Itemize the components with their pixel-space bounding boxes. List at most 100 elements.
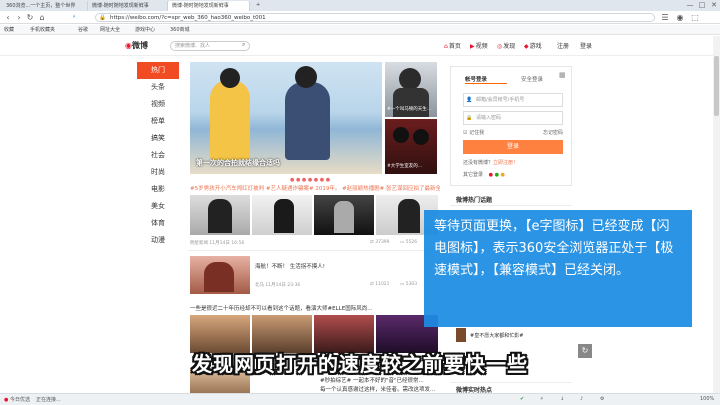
minimize-button[interactable]: — <box>684 0 696 11</box>
wechat-icon[interactable]: ● <box>495 172 499 178</box>
nav-login[interactable]: 登录 <box>580 41 592 50</box>
sound-icon[interactable]: ♪ <box>580 396 583 402</box>
search-icon[interactable]: ⌕ <box>242 41 245 49</box>
post-2-image[interactable] <box>190 256 250 294</box>
tab-label: 微博-随时随地发现新鲜事 <box>172 3 229 9</box>
post-1-reposts[interactable]: ⇄ 37399 <box>370 240 390 245</box>
menu-icon[interactable]: ☰ <box>660 13 670 22</box>
category-fashion[interactable]: 时尚 <box>137 164 179 181</box>
bookmark-sites[interactable]: 网址大全 <box>100 26 120 33</box>
remember-checkbox[interactable]: ☑ 记住我 <box>463 129 484 136</box>
category-society[interactable]: 社会 <box>137 147 179 164</box>
tab-account-login[interactable]: 帐号登录 <box>465 75 487 83</box>
nav-label: 首页 <box>448 43 461 50</box>
comment-icon: ▭ <box>400 240 405 245</box>
trending-ticker[interactable]: #5岁男孩开小汽车闯红灯被判 #艺人疑遇诈骗案# 2019年。 #赵丽颖热播剧#… <box>190 184 440 192</box>
post-1-comments[interactable]: ▭ 5526 <box>400 240 417 245</box>
repost-icon: ⇄ <box>370 282 374 287</box>
weibo-logo[interactable]: ◉微博 <box>125 40 148 51</box>
post-2-text[interactable]: 海航！不断！ 生活拐不摸人! <box>255 262 325 270</box>
carousel-dots[interactable]: ● ● ● ● ● ● ● <box>290 177 330 183</box>
weibo-search-input[interactable]: 搜索微博、找人 <box>170 41 250 51</box>
category-headline[interactable]: 头条 <box>137 79 179 96</box>
nav-video[interactable]: ▶视频 <box>470 41 488 50</box>
category-video[interactable]: 视频 <box>137 96 179 113</box>
category-hot[interactable]: 热门 <box>137 62 179 79</box>
repost-icon: ⇄ <box>370 240 374 245</box>
lock-icon: 🔒 <box>466 115 473 121</box>
recommend-panel-title: 微博热门话题 <box>450 192 572 206</box>
today-picks[interactable]: ● 今日优选 <box>4 396 30 403</box>
download-icon[interactable]: ↓ <box>560 396 564 402</box>
category-sports[interactable]: 体育 <box>137 215 179 232</box>
password-input[interactable]: 🔒 请输入密码 <box>463 111 563 125</box>
hot-panel-title: 微博实时热点 <box>450 382 572 394</box>
hot-topic-link[interactable]: #皇不愿大家都和忙影# <box>470 332 523 339</box>
maximize-button[interactable]: □ <box>696 0 708 11</box>
tab-360-home[interactable]: 360浏览...一个主页，整个世界 <box>2 1 88 11</box>
nav-label: 游戏 <box>529 43 542 50</box>
nav-game[interactable]: ◆游戏 <box>524 41 542 50</box>
post-2-meta: 北马 11月14日 23:36 <box>255 283 301 288</box>
home-icon[interactable]: ⌂ <box>37 13 47 22</box>
qq-icon[interactable]: ● <box>489 172 493 178</box>
forward-icon[interactable]: › <box>14 13 24 22</box>
other-login-label: 其它登录 <box>463 172 484 178</box>
login-button[interactable]: 登录 <box>463 140 563 154</box>
bookmark-favorites[interactable]: 收藏 <box>4 26 14 33</box>
search-placeholder: 搜索微博、找人 <box>175 43 211 49</box>
nav-register[interactable]: 注册 <box>557 41 569 50</box>
comment-icon: ▭ <box>400 282 405 287</box>
nav-home[interactable]: ⌂首页 <box>444 41 461 50</box>
account-input[interactable]: 👤 邮箱/会员帐号/手机号 <box>463 93 563 107</box>
tab-bar: 360浏览...一个主页，整个世界 微博-随时随地发现新鲜事 微博-随时随地发现… <box>0 0 720 11</box>
forgot-password-link[interactable]: 忘记密码 <box>543 129 563 136</box>
category-anime[interactable]: 动漫 <box>137 232 179 249</box>
address-bar[interactable]: 🔒 https://weibo.com/?c=spr_web_360_hao36… <box>95 13 655 22</box>
speed-icon[interactable]: ⚡ <box>540 396 544 402</box>
bookmark-google[interactable]: 谷歌 <box>78 26 88 33</box>
instruction-callout: 等待页面更换，【e字图标】已经变成【闪电图标】，表示360安全浏览器正处于【极速… <box>424 210 692 327</box>
tab-weibo-active[interactable]: 微博-随时随地发现新鲜事 <box>168 1 250 11</box>
qrcode-icon[interactable]: ▦ <box>559 71 566 79</box>
bookmark-store[interactable]: 360商城 <box>170 26 190 33</box>
bookmark-games[interactable]: 游戏中心 <box>135 26 155 33</box>
fire-icon: ● <box>4 397 9 403</box>
extension-icon[interactable]: ⬚ <box>690 13 700 22</box>
post-4-text[interactable]: #秒拍综艺# 一起本不好的"音"已经很常... <box>320 376 440 384</box>
category-movie[interactable]: 电影 <box>137 181 179 198</box>
security-icon[interactable]: ✔ <box>520 396 524 402</box>
post-1-image-3[interactable] <box>314 195 374 235</box>
nav-label: 发现 <box>503 43 516 50</box>
hero-image[interactable]: 第一次的合拍就结缘合适吗 <box>190 62 382 174</box>
lightning-icon[interactable]: ⚡ <box>60 13 88 22</box>
refresh-icon[interactable]: ↻ <box>25 13 35 22</box>
zoom-level[interactable]: 100% <box>700 396 714 402</box>
page-scrollbar[interactable] <box>713 36 720 393</box>
category-beauty[interactable]: 美女 <box>137 198 179 215</box>
tab-secure-login[interactable]: 安全登录 <box>521 75 543 83</box>
close-button[interactable]: ✕ <box>708 0 720 11</box>
back-icon[interactable]: ‹ <box>3 13 13 22</box>
topic-thumbnail[interactable] <box>456 328 466 342</box>
scrollbar-thumb[interactable] <box>714 56 719 116</box>
post-2-reposts[interactable]: ⇄ 11021 <box>370 282 390 287</box>
no-account-label: 还没有微博？ <box>463 160 494 166</box>
taobao-icon[interactable]: ● <box>501 172 505 178</box>
settings-icon[interactable]: ⚙ <box>600 396 604 402</box>
side-card-2[interactable]: #大学生室友的... <box>385 119 437 174</box>
post-1-image-1[interactable] <box>190 195 250 235</box>
side-card-1[interactable]: #一个叫马顿的天生... <box>385 62 437 117</box>
login-panel: 帐号登录 安全登录 ▦ 👤 邮箱/会员帐号/手机号 🔒 请输入密码 ☑ 记住我 … <box>450 66 572 186</box>
category-ranking[interactable]: 榜单 <box>137 113 179 130</box>
post-1-image-2[interactable] <box>252 195 312 235</box>
tab-weibo-1[interactable]: 微博-随时随地发现新鲜事 <box>88 1 168 11</box>
category-funny[interactable]: 搞笑 <box>137 130 179 147</box>
register-link[interactable]: 立即注册！ <box>493 160 518 166</box>
new-tab-button[interactable]: + <box>252 1 262 11</box>
nav-discover[interactable]: ◎发现 <box>497 41 515 50</box>
post-2-comments[interactable]: ▭ 5303 <box>400 282 417 287</box>
bookmark-mobile[interactable]: 手机收藏夹 <box>30 26 55 33</box>
user-icon[interactable]: ◉ <box>675 13 685 22</box>
post-3-text[interactable]: 一些是很近二十年历经却不可以看到这个话题，看演大师#ELLE国际风尚... <box>190 304 440 312</box>
